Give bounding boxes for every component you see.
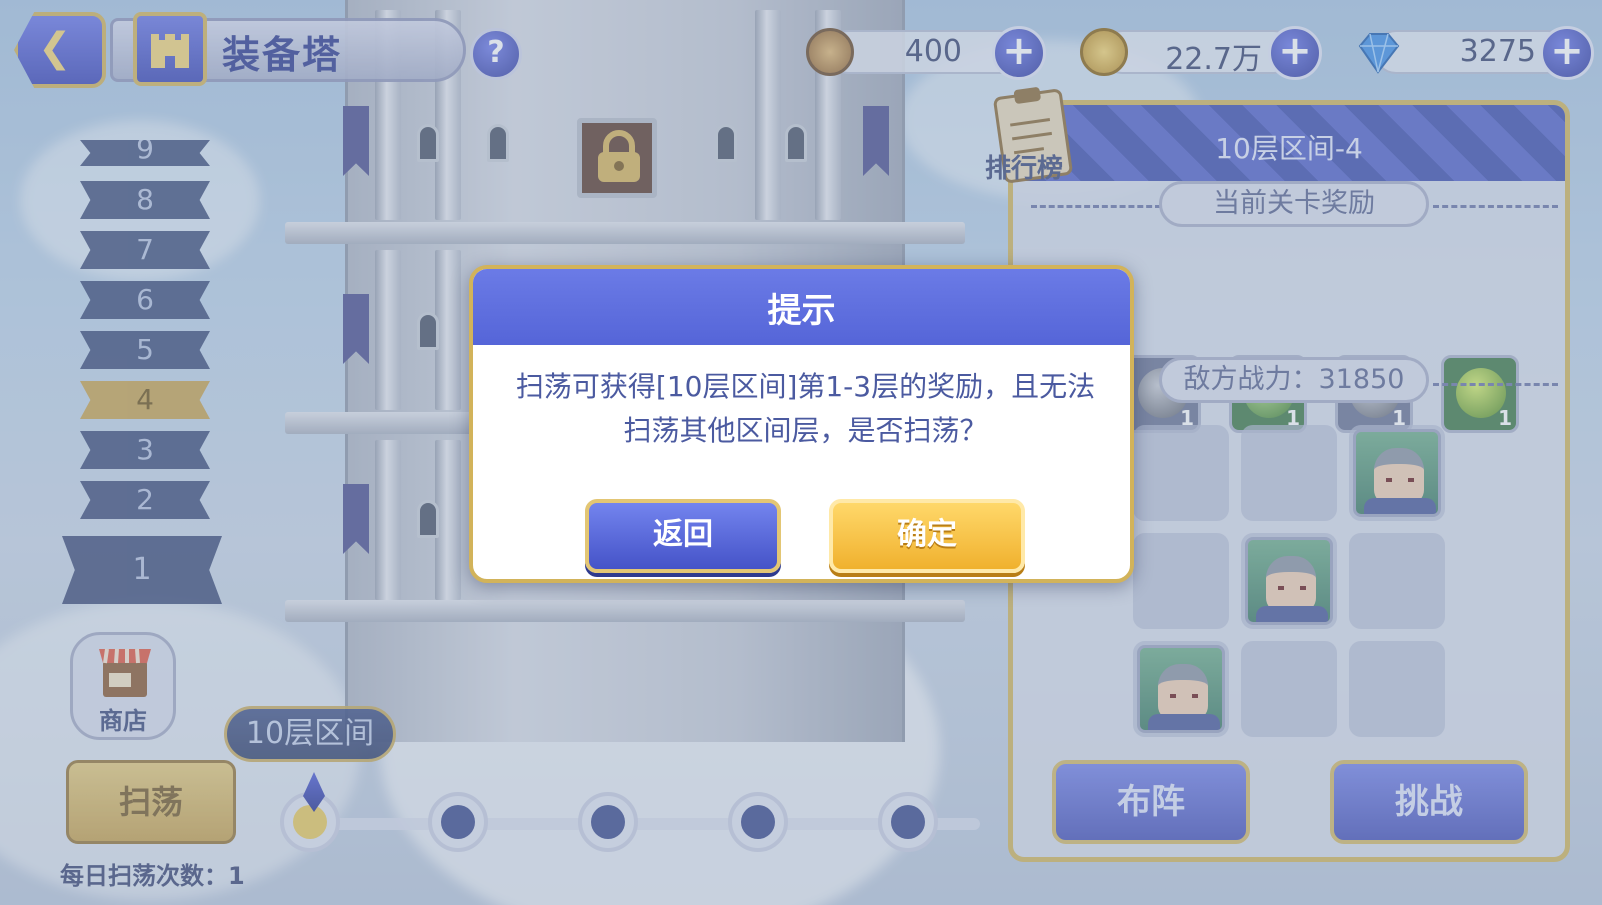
dialog-title: 提示 bbox=[767, 291, 836, 331]
game-scene: ❮ 装备塔 ? 400 + 22.7万 + 3275 + 9 8 7 6 5 4… bbox=[0, 0, 1602, 905]
cancel-button[interactable]: 返回 bbox=[585, 499, 781, 573]
dialog-message: 扫荡可获得[10层区间]第1-3层的奖励，且无法 扫荡其他区间层，是否扫荡？ bbox=[493, 365, 1118, 453]
dialog-message-line: 扫荡其他区间层，是否扫荡？ bbox=[623, 414, 988, 447]
dialog-header: 提示 bbox=[473, 269, 1130, 345]
sweep-confirm-dialog: 提示 扫荡可获得[10层区间]第1-3层的奖励，且无法 扫荡其他区间层，是否扫荡… bbox=[469, 265, 1134, 583]
confirm-button[interactable]: 确定 bbox=[829, 499, 1025, 573]
dialog-message-line: 扫荡可获得[10层区间]第1-3层的奖励，且无法 bbox=[515, 370, 1096, 403]
